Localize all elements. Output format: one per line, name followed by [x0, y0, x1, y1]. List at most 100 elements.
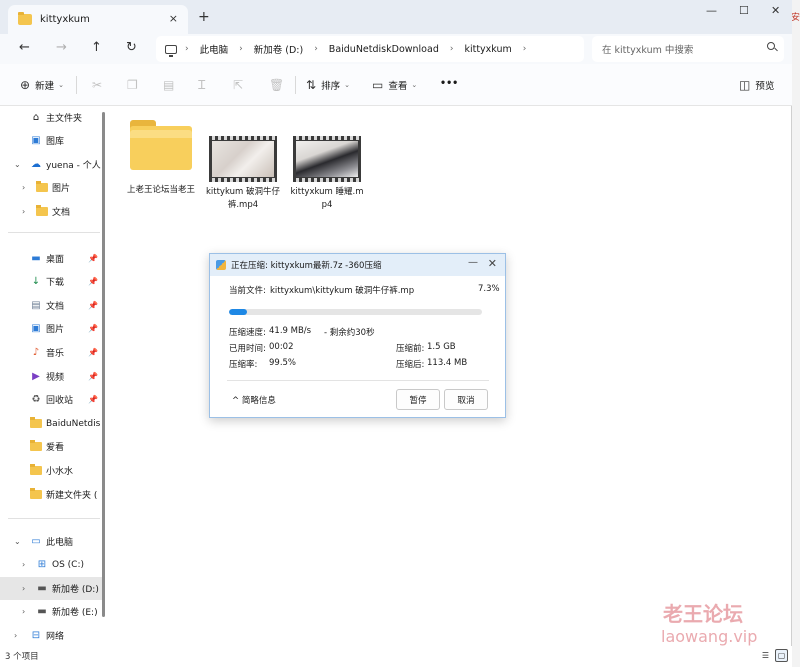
chevron-right-icon[interactable]: › [22, 584, 25, 593]
chevron-right-icon[interactable]: › [450, 44, 454, 54]
sidebar-item-pictures[interactable]: ▣ 图片 📌 [0, 317, 104, 340]
sidebar-item-aikan[interactable]: 爱看 [0, 435, 104, 458]
up-arrow-icon[interactable]: ↑ [91, 40, 102, 55]
chevron-right-icon[interactable]: › [22, 607, 25, 616]
sidebar-item-recycle-bin[interactable]: ♻ 回收站 📌 [0, 388, 104, 411]
chevron-right-icon[interactable]: › [14, 631, 17, 640]
sidebar-item-xiaoshuishui[interactable]: 小水水 [0, 459, 104, 482]
file-item-video-2[interactable]: kittyxkum 睡耀.mp4 [288, 136, 366, 212]
search-icon[interactable] [767, 42, 775, 50]
file-item-folder[interactable]: 上老王论坛当老王 [122, 120, 200, 197]
tab-kittyxkum[interactable]: kittyxkum × [8, 5, 188, 34]
command-bar: ⊕ 新建 ⌄ ✂ ❐ ▤ Ꮖ ⇱ 🗑 ⇅ 排序 ⌄ ▭ 查看 ⌄ ••• ◫ 预… [0, 64, 792, 106]
file-name: 上老王论坛当老王 [126, 185, 195, 195]
pin-icon[interactable]: 📌 [88, 372, 98, 381]
tab-close-icon[interactable]: × [169, 12, 178, 25]
chevron-right-icon[interactable]: › [523, 44, 527, 54]
sidebar-item-onedrive-documents[interactable]: › 文档 [0, 200, 104, 223]
sidebar-item-onedrive[interactable]: ⌄ ☁ yuena - 个人 [0, 153, 104, 176]
chevron-up-icon: ^ [232, 396, 240, 406]
refresh-icon[interactable]: ↻ [126, 40, 137, 55]
breadcrumb-this-pc[interactable]: 此电脑 [200, 42, 229, 56]
cut-button[interactable]: ✂ [92, 78, 107, 92]
address-bar[interactable]: › 此电脑 › 新加卷 (D:) › BaiduNetdiskDownload … [156, 36, 584, 62]
sidebar-item-drive-e[interactable]: › ▬ 新加卷 (E:) [0, 600, 104, 623]
chevron-right-icon[interactable]: › [185, 44, 189, 54]
video-thumbnail-icon [209, 136, 277, 182]
folder-icon [30, 440, 42, 452]
forward-arrow-icon[interactable]: → [56, 40, 67, 55]
chevron-down-icon[interactable]: ⌄ [14, 537, 21, 546]
drive-icon: ▬ [37, 606, 47, 617]
pin-icon[interactable]: 📌 [88, 301, 98, 310]
copy-icon: ❐ [127, 78, 138, 92]
chevron-right-icon[interactable]: › [239, 44, 243, 54]
delete-button[interactable]: 🗑 [269, 78, 289, 92]
breadcrumb-kittyxkum[interactable]: kittyxkum [464, 44, 511, 55]
paste-button[interactable]: ▤ [163, 78, 179, 92]
status-bar: 3 个项目 ☰ ▢ [0, 646, 792, 667]
sidebar-item-baidunetdisk[interactable]: BaiduNetdis [0, 412, 104, 435]
close-icon[interactable]: ✕ [488, 257, 497, 270]
new-tab-button[interactable]: + [198, 9, 210, 25]
compression-progress-dialog: 正在压缩: kittyxkum最新.7z -360压缩 — ✕ 当前文件: ki… [209, 253, 506, 418]
copy-button[interactable]: ❐ [127, 78, 143, 92]
file-item-video-1[interactable]: kittykum 破洞牛仔裤.mp4 [204, 136, 282, 212]
sidebar-item-documents[interactable]: ▤ 文档 📌 [0, 294, 104, 317]
close-button[interactable]: ✕ [771, 4, 780, 17]
large-icons-view-icon[interactable]: ▢ [775, 649, 788, 662]
new-button[interactable]: ⊕ 新建 ⌄ [20, 78, 64, 92]
sidebar-item-videos[interactable]: ▶ 视频 📌 [0, 365, 104, 388]
pin-icon[interactable]: 📌 [88, 348, 98, 357]
search-placeholder: 在 kittyxkum 中搜索 [602, 45, 694, 56]
dialog-title-bar[interactable]: 正在压缩: kittyxkum最新.7z -360压缩 — ✕ [210, 254, 505, 276]
share-button[interactable]: ⇱ [233, 78, 248, 92]
chevron-right-icon[interactable]: › [22, 207, 25, 216]
chevron-right-icon[interactable]: › [22, 560, 25, 569]
sidebar-item-drive-d[interactable]: › ▬ 新加卷 (D:) [0, 577, 104, 600]
maximize-button[interactable]: ☐ [739, 4, 749, 17]
folder-icon [30, 488, 42, 500]
chevron-down-icon: ⌄ [58, 81, 64, 89]
pin-icon[interactable]: 📌 [88, 277, 98, 286]
sidebar-item-this-pc[interactable]: ⌄ ▭ 此电脑 [0, 530, 104, 553]
plus-circle-icon: ⊕ [20, 78, 31, 92]
chevron-down-icon[interactable]: ⌄ [14, 160, 21, 169]
video-thumbnail-icon [293, 136, 361, 182]
more-options-button[interactable]: ••• [440, 78, 458, 89]
folder-icon [18, 12, 32, 25]
sidebar-item-gallery[interactable]: ▣ 图库 [0, 129, 104, 152]
home-icon: ⌂ [32, 112, 40, 123]
brief-info-toggle[interactable]: ^ 简略信息 [232, 394, 276, 406]
pin-icon[interactable]: 📌 [88, 324, 98, 333]
sidebar-item-music[interactable]: ♪ 音乐 📌 [0, 341, 104, 364]
details-view-icon[interactable]: ☰ [759, 649, 772, 662]
search-input[interactable]: 在 kittyxkum 中搜索 [592, 36, 784, 62]
pause-button[interactable]: 暂停 [396, 389, 440, 410]
breadcrumb-baidunetdiskdownload[interactable]: BaiduNetdiskDownload [329, 44, 439, 55]
chevron-right-icon[interactable]: › [314, 44, 318, 54]
cancel-button[interactable]: 取消 [444, 389, 488, 410]
sidebar-item-home[interactable]: ⌂ 主文件夹 [0, 106, 104, 129]
back-arrow-icon[interactable]: ← [19, 40, 30, 55]
sidebar-item-onedrive-pictures[interactable]: › 图片 [0, 176, 104, 199]
pin-icon[interactable]: 📌 [88, 395, 98, 404]
rename-button[interactable]: Ꮖ [198, 78, 211, 93]
breadcrumb-drive-d[interactable]: 新加卷 (D:) [254, 42, 303, 56]
sidebar-item-network[interactable]: › ⊟ 网络 [0, 624, 104, 647]
sidebar-item-new-folder[interactable]: 新建文件夹 ( [0, 483, 104, 506]
preview-pane-button[interactable]: ◫ 预览 [739, 78, 774, 92]
sidebar-item-downloads[interactable]: ↓ 下载 📌 [0, 270, 104, 293]
sort-button[interactable]: ⇅ 排序 ⌄ [306, 78, 350, 92]
minimize-icon[interactable]: — [468, 257, 478, 268]
minimize-button[interactable]: — [706, 4, 717, 17]
sidebar-item-desktop[interactable]: ▬ 桌面 📌 [0, 247, 104, 270]
chevron-right-icon[interactable]: › [22, 183, 25, 192]
pin-icon[interactable]: 📌 [88, 254, 98, 263]
sidebar-scrollbar[interactable] [102, 112, 105, 617]
scissors-icon: ✂ [92, 78, 103, 92]
sidebar-item-drive-c[interactable]: › ⊞ OS (C:) [0, 553, 104, 576]
view-button[interactable]: ▭ 查看 ⌄ [372, 78, 417, 92]
sort-icon: ⇅ [306, 78, 317, 92]
divider [8, 232, 100, 233]
